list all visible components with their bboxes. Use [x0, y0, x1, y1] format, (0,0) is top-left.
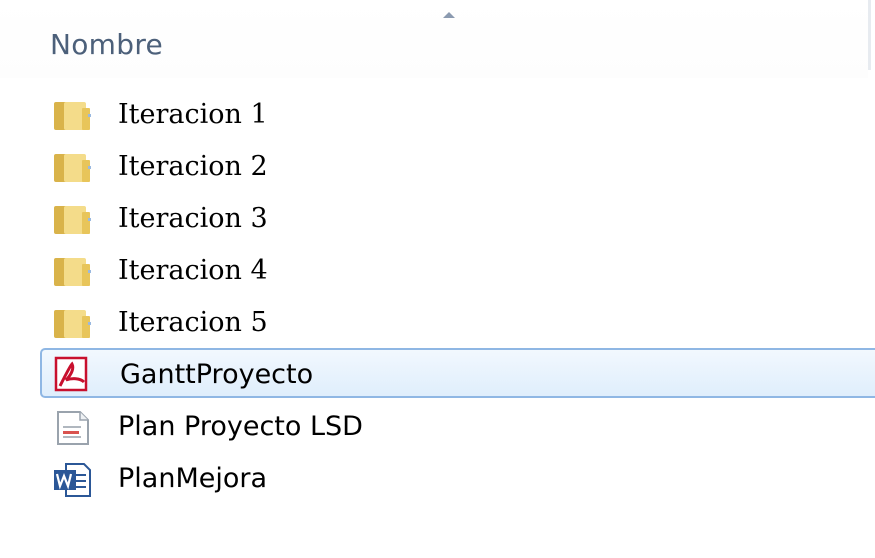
list-item-word-document[interactable]: PlanMejora: [40, 454, 875, 504]
sort-ascending-icon: [443, 12, 455, 18]
item-label: Iteracion 1: [118, 99, 268, 130]
list-item-document[interactable]: Plan Proyecto LSD: [40, 402, 875, 452]
list-item-pdf-selected[interactable]: GanttProyecto: [40, 348, 875, 398]
column-header-label: Nombre: [50, 28, 164, 61]
list-item-folder[interactable]: Iteracion 2: [40, 142, 875, 192]
list-item-folder[interactable]: Iteracion 1: [40, 90, 875, 140]
item-label: Iteracion 3: [118, 203, 268, 234]
list-item-folder[interactable]: Iteracion 5: [40, 298, 875, 348]
folder-icon: [54, 310, 91, 338]
word-document-icon: [54, 463, 91, 497]
item-label: Iteracion 2: [118, 151, 268, 182]
item-label: PlanMejora: [118, 463, 268, 494]
list-item-folder[interactable]: Iteracion 4: [40, 246, 875, 296]
folder-icon: [54, 258, 91, 286]
column-header-name[interactable]: Nombre: [0, 0, 868, 78]
folder-icon: [54, 206, 91, 234]
list-item-folder[interactable]: Iteracion 3: [40, 194, 875, 244]
item-label: Iteracion 5: [118, 307, 268, 338]
item-label: GanttProyecto: [120, 359, 314, 390]
item-label: Plan Proyecto LSD: [118, 411, 363, 442]
folder-icon: [54, 102, 91, 130]
document-file-icon: [57, 411, 89, 445]
folder-icon: [54, 154, 91, 182]
item-label: Iteracion 4: [118, 255, 268, 286]
pdf-file-icon: [54, 356, 88, 392]
column-divider[interactable]: [868, 0, 871, 70]
